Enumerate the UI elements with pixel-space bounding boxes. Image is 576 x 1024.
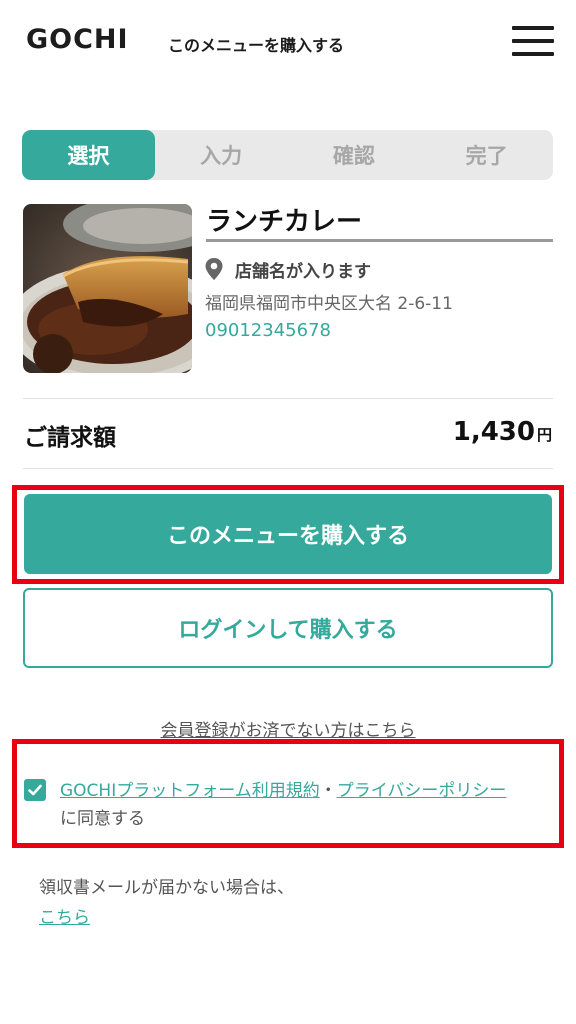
privacy-policy-link[interactable]: プライバシーポリシー xyxy=(337,781,507,801)
receipt-link[interactable]: こちら xyxy=(39,903,90,928)
register-link-row: 会員登録がお済でない方はこちら xyxy=(0,716,576,741)
header: GOCHI このメニューを購入する xyxy=(0,0,576,84)
step-confirm: 確認 xyxy=(332,144,375,168)
menu-item-name: ランチカレー xyxy=(206,200,553,242)
logo[interactable]: GOCHI xyxy=(26,24,129,55)
menu-icon[interactable] xyxy=(512,26,554,58)
shop-address: 福岡県福岡市中央区大名 2-6-11 xyxy=(205,294,453,314)
agree-checkbox[interactable] xyxy=(24,779,46,801)
terms-link[interactable]: GOCHIプラットフォーム利用規約 xyxy=(60,781,320,801)
shop-phone-link[interactable]: 09012345678 xyxy=(205,320,331,341)
buy-button[interactable]: このメニューを購入する xyxy=(24,494,552,574)
agreement-text: GOCHIプラットフォーム利用規約・プライバシーポリシー xyxy=(60,776,506,801)
header-title: このメニューを購入する xyxy=(168,36,345,55)
currency-label: 円 xyxy=(536,426,552,444)
register-link[interactable]: 会員登録がお済でない方はこちら xyxy=(161,721,416,741)
total-label: ご請求額 xyxy=(24,425,116,451)
agreement-suffix: に同意する xyxy=(60,809,145,829)
total-amount: 1,430 円 xyxy=(453,417,552,447)
divider xyxy=(23,398,553,399)
divider xyxy=(23,468,553,469)
step-select: 選択 xyxy=(22,130,155,180)
step-input: 入力 xyxy=(200,144,243,168)
shop-info: 店舗名が入ります xyxy=(205,257,371,282)
receipt-note: 領収書メールが届かない場合は、 xyxy=(39,878,294,898)
check-icon xyxy=(28,784,42,796)
total-amount-value: 1,430 xyxy=(452,417,535,447)
step-complete: 完了 xyxy=(465,144,508,168)
location-pin-icon xyxy=(205,258,223,280)
shop-name: 店舗名が入ります xyxy=(235,261,371,282)
login-and-buy-button[interactable]: ログインして購入する xyxy=(23,588,553,668)
menu-item-image xyxy=(23,204,192,373)
step-indicator: 選択 入力 確認 完了 xyxy=(22,130,553,180)
agreement-separator: ・ xyxy=(319,781,337,801)
